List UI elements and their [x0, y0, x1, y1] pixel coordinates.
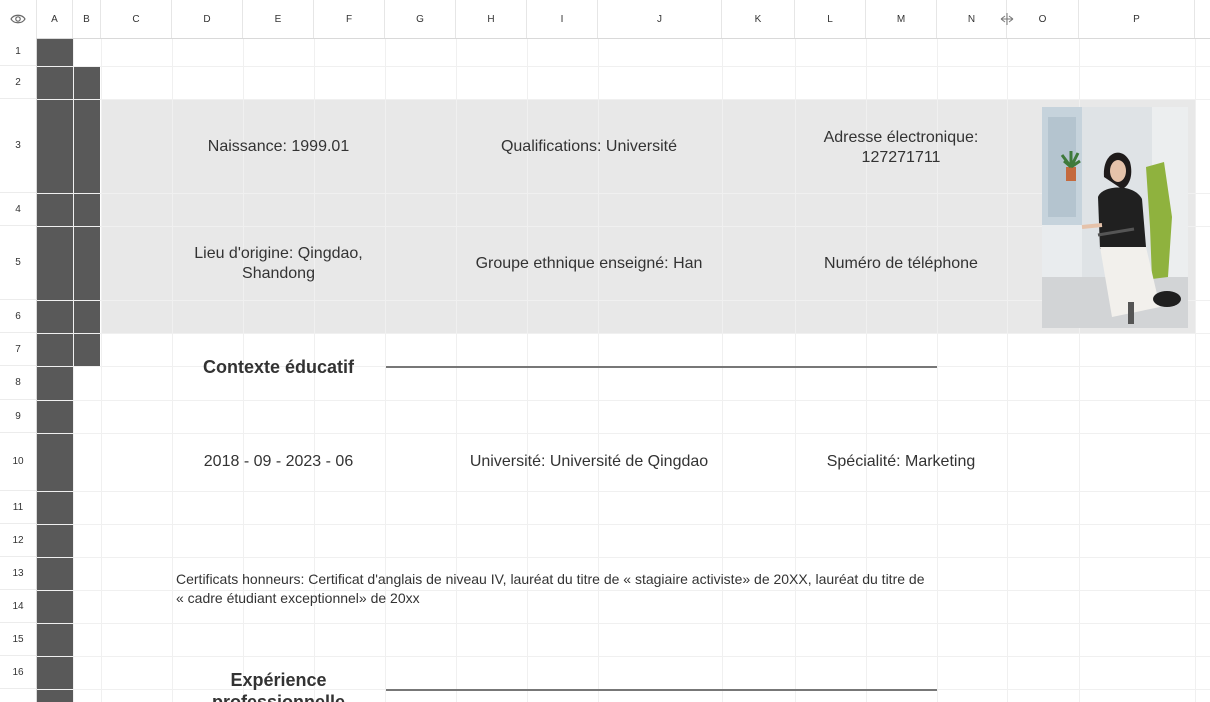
column-header-a[interactable]: A — [37, 0, 73, 38]
column-header-m[interactable]: M — [866, 0, 937, 38]
corner-cell[interactable] — [0, 0, 37, 38]
row-header-11[interactable]: 11 — [0, 491, 37, 524]
row-header-1[interactable]: 1 — [0, 38, 37, 66]
column-header-e[interactable]: E — [243, 0, 314, 38]
email-label: Adresse électronique: — [823, 129, 979, 146]
certificates-cell[interactable]: Certificats honneurs: Certificat d'angla… — [176, 570, 1016, 608]
birth-cell[interactable]: Naissance: 1999.01 — [172, 137, 385, 157]
email-cell[interactable]: Adresse électronique: 127271711 — [795, 128, 1007, 168]
row-header-9[interactable]: 9 — [0, 400, 37, 433]
column-header-j[interactable]: J — [598, 0, 722, 38]
row-header-6[interactable]: 6 — [0, 300, 37, 333]
column-header-b[interactable]: B — [73, 0, 101, 38]
experience-heading-line-1: Expérience — [230, 670, 327, 690]
column-header-c[interactable]: C — [101, 0, 172, 38]
column-header-bar: A B C D E F G H I J K L M N O P — [0, 0, 1210, 39]
row-header-8[interactable]: 8 — [0, 366, 37, 400]
qualifications-cell[interactable]: Qualifications: Université — [456, 137, 722, 157]
column-header-f[interactable]: F — [314, 0, 385, 38]
origin-line-1: Lieu d'origine: Qingdao, — [194, 245, 363, 262]
eye-icon[interactable] — [10, 13, 26, 25]
column-header-d[interactable]: D — [172, 0, 243, 38]
column-header-o[interactable]: O — [1007, 0, 1079, 38]
origin-line-2: Shandong — [242, 265, 315, 282]
spreadsheet: A B C D E F G H I J K L M N O P 1 2 3 4 … — [0, 0, 1210, 702]
education-heading[interactable]: Contexte éducatif — [172, 356, 385, 378]
phone-cell[interactable]: Numéro de téléphone — [795, 254, 1007, 274]
education-divider — [386, 366, 937, 368]
email-value: 127271711 — [861, 149, 941, 166]
ethnic-group-cell[interactable]: Groupe ethnique enseigné: Han — [456, 254, 722, 274]
column-a-dark-fill — [37, 38, 73, 702]
column-header-p[interactable]: P — [1079, 0, 1195, 38]
specialty-cell[interactable]: Spécialité: Marketing — [795, 452, 1007, 472]
profile-photo-image — [1042, 107, 1188, 328]
row-header-5[interactable]: 5 — [0, 226, 37, 300]
experience-heading[interactable]: Expérience professionnelle — [172, 669, 385, 702]
certificates-line-1: Certificats honneurs: Certificat d'angla… — [176, 571, 925, 587]
column-header-g[interactable]: G — [385, 0, 456, 38]
row-header-4[interactable]: 4 — [0, 193, 37, 226]
origin-cell[interactable]: Lieu d'origine: Qingdao, Shandong — [172, 244, 385, 284]
column-header-i[interactable]: I — [527, 0, 598, 38]
column-header-n[interactable]: N — [937, 0, 1007, 38]
row-header-15[interactable]: 15 — [0, 623, 37, 656]
row-header-7[interactable]: 7 — [0, 333, 37, 366]
row-header-17[interactable] — [0, 689, 37, 702]
experience-divider — [386, 689, 937, 691]
column-b-dark-fill — [74, 67, 100, 366]
row-header-3[interactable]: 3 — [0, 99, 37, 193]
row-header-14[interactable]: 14 — [0, 590, 37, 623]
period-cell[interactable]: 2018 - 09 - 2023 - 06 — [172, 452, 385, 472]
column-resize-icon[interactable] — [999, 12, 1015, 26]
certificates-line-2: « cadre étudiant exceptionnel» de 20xx — [176, 590, 420, 606]
row-header-13[interactable]: 13 — [0, 557, 37, 590]
row-header-2[interactable]: 2 — [0, 66, 37, 99]
university-cell[interactable]: Université: Université de Qingdao — [456, 452, 722, 472]
experience-heading-line-2: professionnelle — [211, 692, 346, 702]
column-header-k[interactable]: K — [722, 0, 795, 38]
row-header-10[interactable]: 10 — [0, 433, 37, 491]
profile-photo[interactable] — [1042, 107, 1188, 328]
column-header-l[interactable]: L — [795, 0, 866, 38]
column-header-h[interactable]: H — [456, 0, 527, 38]
row-header-16[interactable]: 16 — [0, 656, 37, 689]
info-band — [101, 99, 1195, 333]
row-header-12[interactable]: 12 — [0, 524, 37, 557]
